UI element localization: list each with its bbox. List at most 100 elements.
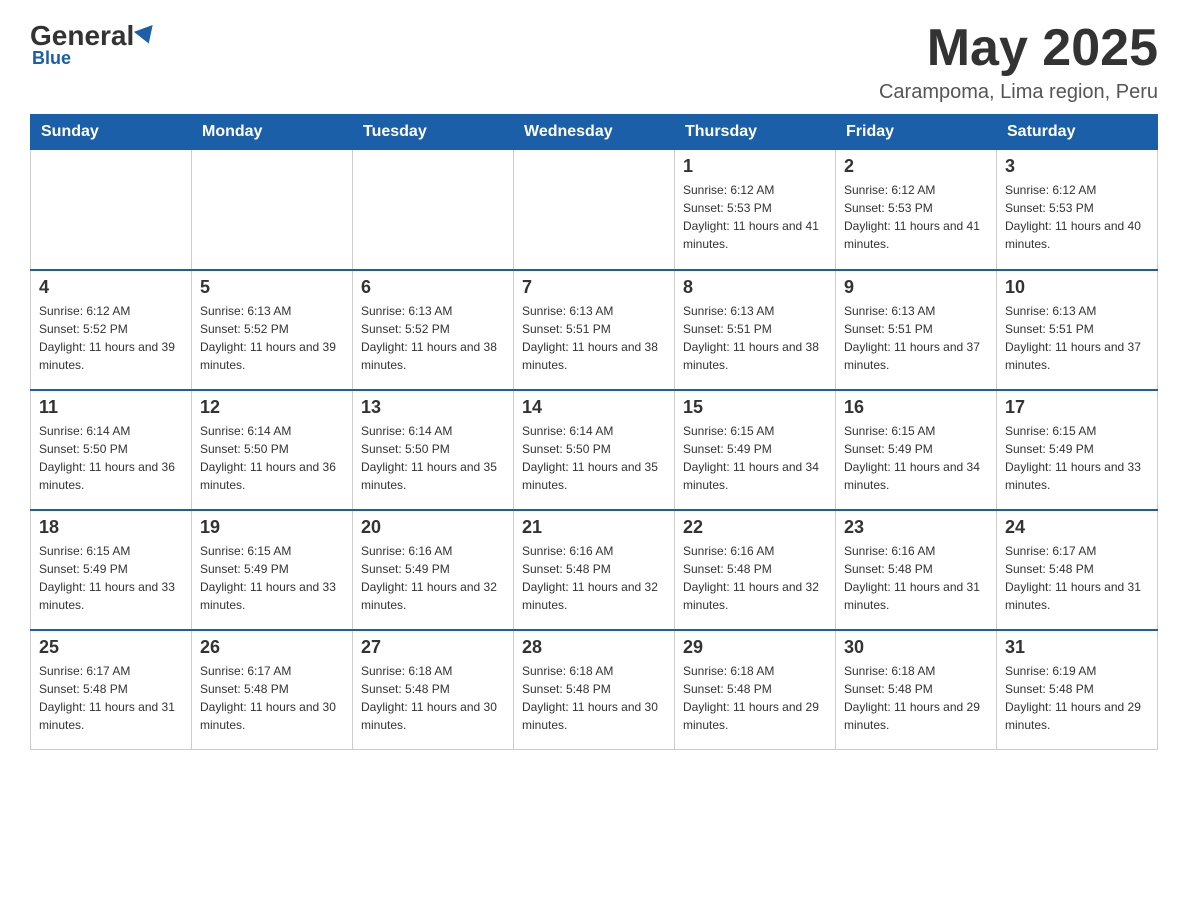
calendar-cell: 6 Sunrise: 6:13 AMSunset: 5:52 PMDaylight… [353, 270, 514, 390]
day-info: Sunrise: 6:13 AMSunset: 5:51 PMDaylight:… [522, 302, 666, 374]
day-number: 24 [1005, 517, 1149, 538]
calendar-cell: 26 Sunrise: 6:17 AMSunset: 5:48 PMDayligh… [192, 630, 353, 750]
day-info: Sunrise: 6:12 AMSunset: 5:52 PMDaylight:… [39, 302, 183, 374]
day-number: 19 [200, 517, 344, 538]
calendar-cell: 14 Sunrise: 6:14 AMSunset: 5:50 PMDayligh… [514, 390, 675, 510]
day-number: 6 [361, 277, 505, 298]
day-number: 28 [522, 637, 666, 658]
title-section: May 2025 Carampoma, Lima region, Peru [879, 20, 1158, 104]
day-info: Sunrise: 6:17 AMSunset: 5:48 PMDaylight:… [200, 662, 344, 734]
day-number: 11 [39, 397, 183, 418]
day-info: Sunrise: 6:14 AMSunset: 5:50 PMDaylight:… [361, 422, 505, 494]
month-title: May 2025 [879, 20, 1158, 77]
calendar-cell: 9 Sunrise: 6:13 AMSunset: 5:51 PMDaylight… [836, 270, 997, 390]
day-info: Sunrise: 6:16 AMSunset: 5:48 PMDaylight:… [683, 542, 827, 614]
calendar-cell: 25 Sunrise: 6:17 AMSunset: 5:48 PMDayligh… [31, 630, 192, 750]
weekday-header-saturday: Saturday [997, 115, 1158, 150]
calendar-cell: 24 Sunrise: 6:17 AMSunset: 5:48 PMDayligh… [997, 510, 1158, 630]
calendar-cell: 13 Sunrise: 6:14 AMSunset: 5:50 PMDayligh… [353, 390, 514, 510]
calendar-cell [353, 150, 514, 270]
calendar-cell: 8Sunrise: 6:13 AMSunset: 5:51 PMDaylight… [675, 270, 836, 390]
day-info: Sunrise: 6:13 AMSunset: 5:51 PMDaylight:… [1005, 302, 1149, 374]
calendar-cell: 7 Sunrise: 6:13 AMSunset: 5:51 PMDaylight… [514, 270, 675, 390]
calendar-cell: 1 Sunrise: 6:12 AMSunset: 5:53 PMDaylight… [675, 150, 836, 270]
day-number: 25 [39, 637, 183, 658]
day-info: Sunrise: 6:15 AMSunset: 5:49 PMDaylight:… [844, 422, 988, 494]
day-number: 22 [683, 517, 827, 538]
calendar-cell: 10 Sunrise: 6:13 AMSunset: 5:51 PMDayligh… [997, 270, 1158, 390]
day-info: Sunrise: 6:15 AMSunset: 5:49 PMDaylight:… [200, 542, 344, 614]
calendar-cell: 20Sunrise: 6:16 AMSunset: 5:49 PMDayligh… [353, 510, 514, 630]
day-number: 20 [361, 517, 505, 538]
day-number: 8 [683, 277, 827, 298]
calendar-cell: 12 Sunrise: 6:14 AMSunset: 5:50 PMDayligh… [192, 390, 353, 510]
calendar-cell: 30 Sunrise: 6:18 AMSunset: 5:48 PMDayligh… [836, 630, 997, 750]
weekday-header-friday: Friday [836, 115, 997, 150]
day-number: 7 [522, 277, 666, 298]
day-info: Sunrise: 6:18 AMSunset: 5:48 PMDaylight:… [844, 662, 988, 734]
day-number: 1 [683, 156, 827, 177]
day-number: 14 [522, 397, 666, 418]
day-info: Sunrise: 6:13 AMSunset: 5:51 PMDaylight:… [844, 302, 988, 374]
calendar-cell: 17 Sunrise: 6:15 AMSunset: 5:49 PMDayligh… [997, 390, 1158, 510]
calendar-cell: 4Sunrise: 6:12 AMSunset: 5:52 PMDaylight… [31, 270, 192, 390]
day-number: 17 [1005, 397, 1149, 418]
day-number: 31 [1005, 637, 1149, 658]
day-info: Sunrise: 6:18 AMSunset: 5:48 PMDaylight:… [683, 662, 827, 734]
calendar-cell: 27Sunrise: 6:18 AMSunset: 5:48 PMDayligh… [353, 630, 514, 750]
day-number: 2 [844, 156, 988, 177]
calendar-cell: 22 Sunrise: 6:16 AMSunset: 5:48 PMDayligh… [675, 510, 836, 630]
day-info: Sunrise: 6:12 AMSunset: 5:53 PMDaylight:… [1005, 181, 1149, 253]
day-number: 26 [200, 637, 344, 658]
day-number: 12 [200, 397, 344, 418]
day-number: 9 [844, 277, 988, 298]
calendar-cell: 5 Sunrise: 6:13 AMSunset: 5:52 PMDaylight… [192, 270, 353, 390]
day-info: Sunrise: 6:12 AMSunset: 5:53 PMDaylight:… [844, 181, 988, 253]
calendar-week-row: 1 Sunrise: 6:12 AMSunset: 5:53 PMDaylight… [31, 150, 1158, 270]
day-info: Sunrise: 6:16 AMSunset: 5:48 PMDaylight:… [844, 542, 988, 614]
day-info: Sunrise: 6:14 AMSunset: 5:50 PMDaylight:… [200, 422, 344, 494]
day-number: 5 [200, 277, 344, 298]
logo: General Blue [30, 20, 156, 69]
calendar-week-row: 25 Sunrise: 6:17 AMSunset: 5:48 PMDayligh… [31, 630, 1158, 750]
calendar-cell: 16Sunrise: 6:15 AMSunset: 5:49 PMDayligh… [836, 390, 997, 510]
calendar-cell: 21Sunrise: 6:16 AMSunset: 5:48 PMDayligh… [514, 510, 675, 630]
day-info: Sunrise: 6:13 AMSunset: 5:52 PMDaylight:… [361, 302, 505, 374]
day-number: 23 [844, 517, 988, 538]
day-info: Sunrise: 6:15 AMSunset: 5:49 PMDaylight:… [1005, 422, 1149, 494]
day-info: Sunrise: 6:18 AMSunset: 5:48 PMDaylight:… [361, 662, 505, 734]
calendar-week-row: 11 Sunrise: 6:14 AMSunset: 5:50 PMDayligh… [31, 390, 1158, 510]
calendar-cell: 15Sunrise: 6:15 AMSunset: 5:49 PMDayligh… [675, 390, 836, 510]
calendar-cell: 19 Sunrise: 6:15 AMSunset: 5:49 PMDayligh… [192, 510, 353, 630]
day-info: Sunrise: 6:14 AMSunset: 5:50 PMDaylight:… [39, 422, 183, 494]
calendar-table: SundayMondayTuesdayWednesdayThursdayFrid… [30, 114, 1158, 750]
day-number: 29 [683, 637, 827, 658]
logo-blue-text: Blue [32, 48, 71, 69]
weekday-header-tuesday: Tuesday [353, 115, 514, 150]
day-number: 10 [1005, 277, 1149, 298]
location-title: Carampoma, Lima region, Peru [879, 81, 1158, 104]
day-info: Sunrise: 6:12 AMSunset: 5:53 PMDaylight:… [683, 181, 827, 253]
day-info: Sunrise: 6:13 AMSunset: 5:52 PMDaylight:… [200, 302, 344, 374]
day-number: 15 [683, 397, 827, 418]
day-info: Sunrise: 6:18 AMSunset: 5:48 PMDaylight:… [522, 662, 666, 734]
calendar-cell: 11 Sunrise: 6:14 AMSunset: 5:50 PMDayligh… [31, 390, 192, 510]
day-info: Sunrise: 6:19 AMSunset: 5:48 PMDaylight:… [1005, 662, 1149, 734]
day-number: 3 [1005, 156, 1149, 177]
calendar-cell: 18 Sunrise: 6:15 AMSunset: 5:49 PMDayligh… [31, 510, 192, 630]
day-info: Sunrise: 6:15 AMSunset: 5:49 PMDaylight:… [39, 542, 183, 614]
day-number: 30 [844, 637, 988, 658]
day-info: Sunrise: 6:17 AMSunset: 5:48 PMDaylight:… [39, 662, 183, 734]
day-number: 13 [361, 397, 505, 418]
calendar-cell: 31 Sunrise: 6:19 AMSunset: 5:48 PMDayligh… [997, 630, 1158, 750]
calendar-week-row: 4Sunrise: 6:12 AMSunset: 5:52 PMDaylight… [31, 270, 1158, 390]
calendar-cell: 23 Sunrise: 6:16 AMSunset: 5:48 PMDayligh… [836, 510, 997, 630]
page-header: General Blue May 2025 Carampoma, Lima re… [30, 20, 1158, 104]
calendar-cell: 28 Sunrise: 6:18 AMSunset: 5:48 PMDayligh… [514, 630, 675, 750]
day-info: Sunrise: 6:14 AMSunset: 5:50 PMDaylight:… [522, 422, 666, 494]
weekday-header-monday: Monday [192, 115, 353, 150]
day-info: Sunrise: 6:17 AMSunset: 5:48 PMDaylight:… [1005, 542, 1149, 614]
day-number: 18 [39, 517, 183, 538]
calendar-cell: 3 Sunrise: 6:12 AMSunset: 5:53 PMDaylight… [997, 150, 1158, 270]
calendar-cell [31, 150, 192, 270]
